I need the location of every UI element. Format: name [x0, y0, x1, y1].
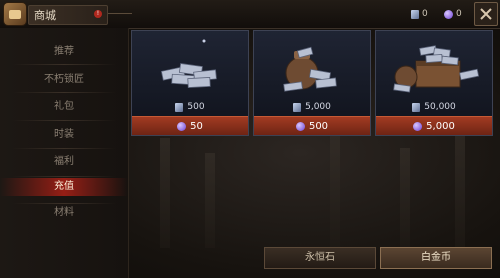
product-amount: 50,000: [376, 102, 492, 112]
orb-count: 0: [456, 9, 462, 19]
gem-icon: [293, 102, 302, 112]
gem-icon: [412, 102, 421, 112]
page-title: 商城: [34, 9, 56, 22]
product-card[interactable]: 5,000 500: [253, 30, 371, 136]
sidebar-item-gift-pack[interactable]: 礼包: [0, 98, 128, 116]
product-card[interactable]: 500 50: [131, 30, 249, 136]
close-icon: [480, 8, 492, 20]
tab-platinum-coin[interactable]: 白金币: [380, 247, 492, 269]
sidebar-divider: [12, 148, 116, 149]
gem-icon: [175, 102, 184, 112]
sidebar-item-welfare[interactable]: 福利: [0, 153, 128, 171]
price-value: 50: [190, 120, 203, 132]
sidebar-item-label: 福利: [54, 156, 74, 167]
gem-count: 0: [422, 9, 428, 19]
shop-icon: [4, 3, 26, 25]
sidebar-divider: [12, 120, 116, 121]
silver-sack-icon: [283, 46, 337, 92]
sidebar-item-label: 推荐: [54, 46, 74, 57]
sidebar-item-recommended[interactable]: 推荐: [0, 43, 128, 61]
orb-icon: [295, 121, 305, 131]
product-amount: 5,000: [254, 102, 370, 112]
sidebar-divider: [12, 176, 116, 177]
product-amount: 500: [132, 102, 248, 112]
category-sidebar: 推荐 不朽锁匠 礼包 时装 福利 充值 材料: [0, 28, 129, 278]
product-amount-value: 50,000: [424, 102, 456, 112]
sidebar-divider: [12, 64, 116, 65]
product-amount-value: 500: [187, 102, 205, 112]
background-pillar: [330, 128, 340, 248]
orb-currency: 0: [444, 7, 462, 21]
sidebar-item-recharge[interactable]: 充值: [0, 178, 128, 196]
background-pillar: [205, 153, 215, 248]
silver-chest-icon: [393, 45, 480, 93]
price-value: 500: [308, 120, 329, 132]
sidebar-item-label: 时装: [54, 129, 74, 140]
background-pillar: [400, 148, 410, 248]
buy-button[interactable]: 500: [254, 116, 370, 135]
orb-icon: [413, 121, 423, 131]
sidebar-item-materials[interactable]: 材料: [0, 204, 128, 222]
notice-badge: !: [94, 10, 102, 18]
product-card[interactable]: 50,000 5,000: [375, 30, 493, 136]
sidebar-item-label: 礼包: [54, 101, 74, 112]
buy-button[interactable]: 50: [132, 116, 248, 135]
price-value: 5,000: [426, 120, 455, 132]
silver-pile-small-icon: [160, 39, 217, 88]
orb-icon: [177, 121, 187, 131]
gem-currency: 0: [411, 7, 428, 21]
tab-label: 永恒石: [305, 252, 335, 263]
orb-icon: [444, 9, 453, 19]
sidebar-item-fashion[interactable]: 时装: [0, 126, 128, 144]
title-ornament: [108, 13, 132, 14]
sidebar-item-locksmith[interactable]: 不朽锁匠: [0, 71, 128, 89]
sidebar-item-label: 材料: [54, 207, 74, 218]
title-plate: 商城 !: [28, 5, 108, 25]
sidebar-divider: [12, 92, 116, 93]
tab-label: 白金币: [421, 252, 451, 263]
background-pillar: [455, 133, 465, 248]
sidebar-item-label: 不朽锁匠: [44, 74, 84, 85]
close-button[interactable]: [474, 2, 498, 26]
background-pillar: [160, 138, 170, 248]
product-amount-value: 5,000: [305, 102, 331, 112]
tab-eternal-stone[interactable]: 永恒石: [264, 247, 376, 269]
buy-button[interactable]: 5,000: [376, 116, 492, 135]
sidebar-item-label: 充值: [54, 181, 74, 192]
top-bar: 商城 ! 0 0: [0, 0, 500, 29]
gem-icon: [411, 9, 419, 19]
